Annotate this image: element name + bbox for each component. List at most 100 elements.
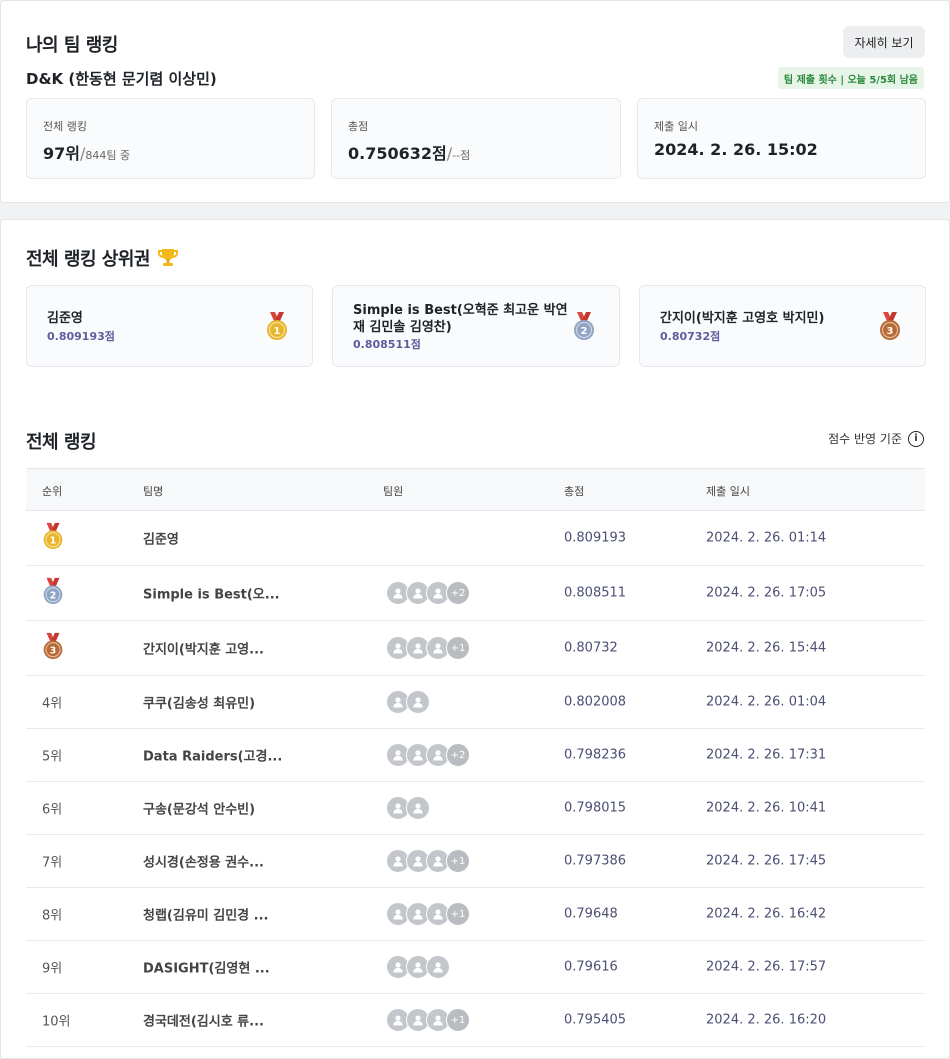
- rank-cell: 4위: [42, 696, 63, 712]
- table-row[interactable]: 4위 쿠쿠(김송성 최유민) 0.802008 2024. 2. 26. 01:04: [26, 676, 925, 729]
- gold-medal-icon: 1: [39, 522, 67, 554]
- more-members-badge: +2: [446, 743, 470, 767]
- date-cell: 2024. 2. 26. 17:31: [706, 747, 827, 763]
- score-cell: 0.797386: [564, 853, 627, 869]
- stat-sub: --점: [452, 149, 471, 162]
- silver-medal-icon: 2: [39, 577, 67, 609]
- team-cell: 간지이(박지훈 고영...: [143, 642, 264, 658]
- svg-text:2: 2: [50, 590, 57, 601]
- team-name: D&K (한동현 문기렴 이상민): [26, 70, 217, 88]
- table-row[interactable]: 7위 성시경(손정용 권수... +1 0.797386 2024. 2. 26. 17…: [26, 835, 925, 888]
- avatar: [406, 796, 430, 820]
- table-row[interactable]: 9위 DASIGHT(김영현 ... 0.79616 2024. 2. 26. 17:…: [26, 941, 925, 994]
- more-members-badge: +1: [446, 902, 470, 926]
- col-team: 팀명: [143, 485, 164, 498]
- score-cell: 0.795405: [564, 1012, 627, 1028]
- my-team-title: 나의 팀 랭킹: [26, 35, 118, 56]
- date-cell: 2024. 2. 26. 17:05: [706, 585, 827, 601]
- svg-text:3: 3: [50, 645, 57, 656]
- score-cell: 0.80732: [564, 640, 618, 656]
- members-cell: +2: [386, 581, 470, 605]
- rank-cell: 9위: [42, 961, 63, 977]
- score-cell: 0.798236: [564, 747, 627, 763]
- stat-value: 97위/844팀 중: [43, 144, 131, 163]
- team-cell: Simple is Best(오...: [143, 587, 280, 603]
- bronze-medal-icon: 3: [39, 632, 67, 664]
- stat-value: 2024. 2. 26. 15:02: [654, 140, 818, 159]
- date-cell: 2024. 2. 26. 16:42: [706, 906, 827, 922]
- top-card-3[interactable]: 간지이(박지훈 고영호 박지민) 0.80732점 3: [639, 285, 926, 367]
- date-cell: 2024. 2. 26. 17:57: [706, 959, 827, 975]
- date-cell: 2024. 2. 26. 16:20: [706, 1012, 827, 1028]
- rank-cell: 8위: [42, 908, 63, 924]
- table-row[interactable]: 10위 경국데전(김시호 류... +1 0.795405 2024. 2. 26. 1…: [26, 994, 925, 1047]
- stat-sub: 844팀 중: [85, 149, 131, 162]
- team-cell: 구송(문강석 안수빈): [143, 802, 256, 818]
- score-cell: 0.809193: [564, 530, 627, 546]
- score-cell: 0.79616: [564, 959, 618, 975]
- my-team-card: 나의 팀 랭킹 자세히 보기 D&K (한동현 문기렴 이상민) 팀 제출 횟수…: [0, 0, 950, 203]
- trophy-icon: [157, 249, 178, 266]
- score-cell: 0.802008: [564, 694, 627, 710]
- info-icon: i: [908, 430, 924, 447]
- members-cell: [386, 690, 430, 714]
- col-members: 팀원: [383, 485, 404, 498]
- stat-value: 0.750632점/--점: [348, 144, 471, 163]
- table-row[interactable]: 3 간지이(박지훈 고영... +1 0.80732 2024. 2. 26. 15:4…: [26, 621, 925, 676]
- top-team-name: 김준영: [47, 311, 83, 326]
- svg-text:1: 1: [50, 535, 57, 546]
- stat-label: 전체 랭킹: [43, 120, 87, 133]
- table-row[interactable]: 6위 구송(문강석 안수빈) 0.798015 2024. 2. 26. 10:41: [26, 782, 925, 835]
- top-team-name: Simple is Best(오혁준 최고운 박연재 김민솔 김영찬): [353, 303, 568, 335]
- team-cell: 김준영: [143, 532, 179, 548]
- criteria-label: 점수 반영 기준: [828, 432, 902, 446]
- rank-cell: 5위: [42, 749, 63, 765]
- table-row[interactable]: 2 Simple is Best(오... +2 0.808511 2024. 2. 2…: [26, 566, 925, 621]
- avatar: [406, 690, 430, 714]
- score-cell: 0.808511: [564, 585, 627, 601]
- top-card-1[interactable]: 김준영 0.809193점 1: [26, 285, 313, 367]
- members-cell: +2: [386, 743, 470, 767]
- ranking-card: 전체 랭킹 상위권 김준영 0.809193점 1 Simple is Best…: [0, 219, 950, 1059]
- table-row[interactable]: 5위 Data Raiders(고경... +2 0.798236 2024. 2. 2…: [26, 729, 925, 782]
- stat-total-score: 총점 0.750632점/--점: [331, 98, 621, 179]
- team-cell: DASIGHT(김영현 ...: [143, 961, 270, 977]
- top-team-score: 0.809193점: [47, 330, 115, 343]
- rank-cell: 10위: [42, 1014, 71, 1030]
- stat-label: 총점: [348, 120, 369, 133]
- table-row[interactable]: 8위 청랩(김유미 김민경 ... +1 0.79648 2024. 2. 26. 16…: [26, 888, 925, 941]
- more-members-badge: +1: [446, 636, 470, 660]
- detail-button[interactable]: 자세히 보기: [843, 26, 925, 58]
- top-ranking-title: 전체 랭킹 상위권: [26, 245, 180, 271]
- team-cell: 청랩(김유미 김민경 ...: [143, 908, 269, 924]
- date-cell: 2024. 2. 26. 17:45: [706, 853, 827, 869]
- top-team-score: 0.80732점: [660, 330, 721, 343]
- stat-overall-rank: 전체 랭킹 97위/844팀 중: [26, 98, 315, 179]
- team-cell: 쿠쿠(김송성 최유민): [143, 696, 256, 712]
- col-rank: 순위: [42, 485, 63, 498]
- date-cell: 2024. 2. 26. 01:04: [706, 694, 827, 710]
- table-row[interactable]: 1 김준영 0.809193 2024. 2. 26. 01:14: [26, 511, 925, 566]
- ranking-title: 전체 랭킹: [26, 432, 97, 453]
- more-members-badge: +1: [446, 1008, 470, 1032]
- members-cell: +1: [386, 1008, 470, 1032]
- date-cell: 2024. 2. 26. 01:14: [706, 530, 827, 546]
- rank-cell: 6위: [42, 802, 63, 818]
- members-cell: +1: [386, 636, 470, 660]
- top-card-2[interactable]: Simple is Best(오혁준 최고운 박연재 김민솔 김영찬) 0.80…: [332, 285, 620, 367]
- score-criteria-link[interactable]: 점수 반영 기준 i: [828, 430, 924, 447]
- date-cell: 2024. 2. 26. 15:44: [706, 640, 827, 656]
- avatar: [426, 955, 450, 979]
- silver-medal-icon: 2: [569, 311, 599, 345]
- ranking-table: 순위 팀명 팀원 총점 제출 일시 1 김준영 0.809193 2024. 2. 2…: [26, 468, 925, 1047]
- top-team-score: 0.808511점: [353, 338, 421, 351]
- submission-quota-badge: 팀 제출 횟수 | 오늘 5/5회 남음: [777, 67, 924, 89]
- members-cell: [386, 955, 450, 979]
- more-members-badge: +2: [446, 581, 470, 605]
- more-members-badge: +1: [446, 849, 470, 873]
- team-cell: 성시경(손정용 권수...: [143, 855, 264, 871]
- members-cell: +1: [386, 849, 470, 873]
- members-cell: [386, 796, 430, 820]
- stat-label: 제출 일시: [654, 120, 698, 133]
- svg-text:2: 2: [581, 326, 588, 337]
